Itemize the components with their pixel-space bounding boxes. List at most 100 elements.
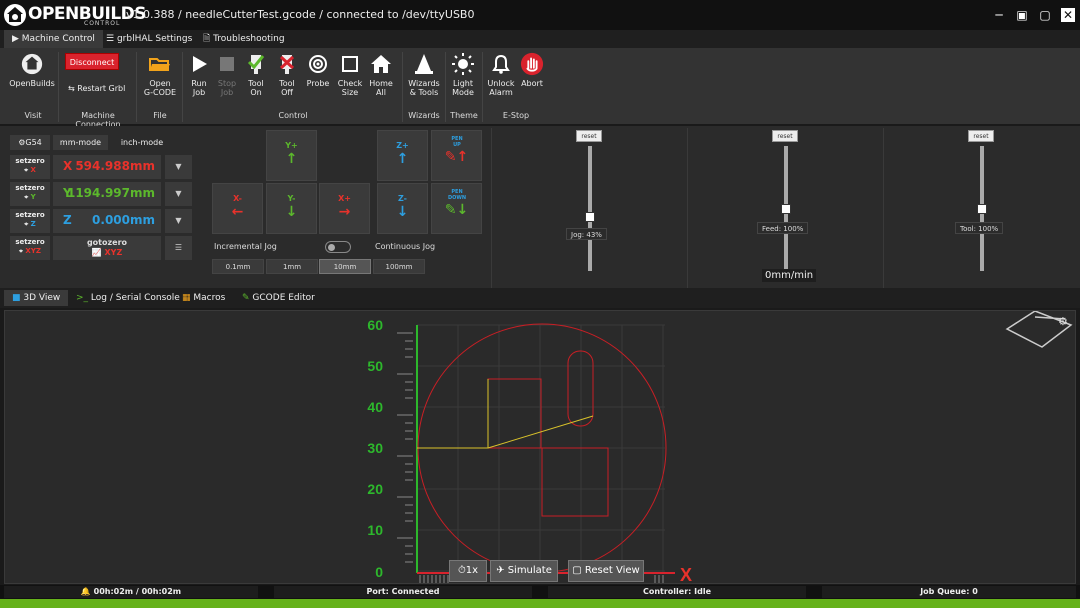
axis-value: 0.000mm: [92, 213, 155, 227]
pen-down-icon: ✎↓: [444, 202, 469, 218]
dro-z-display: Z 0.000mm: [53, 209, 161, 233]
feed-slider-thumb[interactable]: [781, 203, 791, 214]
tab-label: Macros: [193, 293, 226, 303]
step-100mm-button[interactable]: 100mm: [373, 259, 425, 274]
pen-up-button[interactable]: PEN UP ✎↑: [431, 130, 482, 181]
jog-z-plus-button[interactable]: Z+ ↑: [377, 130, 428, 181]
jog-y-plus-button[interactable]: Y+ ↑: [266, 130, 317, 181]
dro-y-display: Y 1194.997mm: [53, 182, 161, 206]
separator: [445, 52, 446, 122]
job-queue-status: Job Queue: 0: [822, 586, 1076, 598]
setzero-x-button[interactable]: setzero ⌖ X: [10, 155, 50, 179]
home-icon: [371, 55, 391, 73]
tab-machine-control[interactable]: ▶ Machine Control: [4, 30, 103, 48]
fullscreen-icon[interactable]: ▢: [1038, 8, 1052, 22]
label: gotozero: [86, 238, 128, 247]
unlock-alarm-button[interactable]: Unlock Alarm: [486, 52, 516, 104]
label: Abort: [521, 79, 543, 88]
tab-grblhal-settings[interactable]: ☰ grblHAL Settings: [98, 30, 200, 48]
axis-sub: XYZ: [25, 247, 41, 255]
abort-button[interactable]: Abort: [518, 52, 546, 104]
jog-mode-toggle[interactable]: [325, 241, 351, 253]
disconnect-button[interactable]: Disconnect: [65, 53, 119, 70]
jog-reset-button[interactable]: reset: [576, 130, 602, 142]
jog-slider-track[interactable]: [588, 146, 592, 271]
inch-mode-button[interactable]: inch-mode: [112, 135, 172, 150]
open-gcode-button[interactable]: Open G-CODE: [142, 52, 178, 104]
layers-icon[interactable]: ☰: [165, 236, 192, 260]
continuous-jog-label: Continuous Jog: [375, 242, 436, 251]
tab-label: grblHAL Settings: [116, 34, 193, 44]
openbuilds-logo: OPENBUILDS CONTROL: [4, 2, 147, 28]
label: setzero: [15, 238, 45, 246]
label: Job: [192, 88, 206, 97]
tool-off-button[interactable]: Tool Off: [273, 52, 301, 104]
jog-y-minus-button[interactable]: Y- ↓: [266, 183, 317, 234]
sim-speed-button[interactable]: ⏱1x: [449, 560, 487, 582]
tab-log-serial-console[interactable]: >_ Log / Serial Console: [68, 290, 188, 306]
chevron-down-icon[interactable]: ▼: [165, 209, 192, 233]
check-size-button[interactable]: Check Size: [336, 52, 364, 104]
brand-sub: CONTROL: [84, 20, 121, 27]
tab-label: Machine Control: [21, 34, 95, 44]
tool-slider-thumb[interactable]: [977, 203, 987, 214]
tab-troubleshooting[interactable]: 🗎 Troubleshooting: [195, 30, 293, 48]
jog-x-plus-button[interactable]: X+ →: [319, 183, 370, 234]
minimize-icon[interactable]: ─: [992, 8, 1006, 22]
separator: [402, 52, 403, 122]
wizards-tools-button[interactable]: Wizards & Tools: [406, 52, 442, 104]
y-ruler: [397, 332, 413, 563]
run-job-button[interactable]: Run Job: [186, 52, 212, 104]
group-wizards: Wizards: [408, 111, 440, 120]
stop-job-button[interactable]: Stop Job: [214, 52, 240, 104]
feed-reset-button[interactable]: reset: [772, 130, 798, 142]
tab-macros[interactable]: ▦ Macros: [174, 290, 233, 306]
pen-down-button[interactable]: PEN DOWN ✎↓: [431, 183, 482, 234]
jog-slider-thumb[interactable]: [585, 212, 595, 223]
chevron-down-icon[interactable]: ▼: [165, 182, 192, 206]
tool-on-button[interactable]: Tool On: [242, 52, 270, 104]
openbuilds-label: OpenBuilds: [9, 79, 55, 88]
label: 00h:02m / 00h:02m: [93, 587, 182, 596]
home-all-button[interactable]: Home All: [367, 52, 395, 104]
axis-letter: X: [63, 159, 73, 173]
tab-3d-view[interactable]: ■ 3D View: [4, 290, 69, 306]
arrow-down-icon: ↓: [285, 204, 298, 220]
label: setzero: [15, 157, 45, 165]
restart-grbl-button[interactable]: ⇆ Restart Grbl: [68, 84, 125, 93]
bell-icon: [492, 54, 510, 74]
tool-reset-button[interactable]: reset: [968, 130, 994, 142]
setzero-xyz-button[interactable]: setzero ⌖ XYZ: [10, 236, 50, 260]
separator: [58, 52, 59, 122]
status-accent-bar: [0, 599, 1080, 608]
tab-gcode-editor[interactable]: ✎ GCODE Editor: [234, 290, 323, 306]
mm-mode-button[interactable]: mm-mode: [53, 135, 108, 150]
openbuilds-logo-icon: [4, 4, 26, 26]
light-mode-button[interactable]: Light Mode: [449, 52, 477, 104]
close-icon[interactable]: ✕: [1061, 8, 1075, 22]
step-1mm-button[interactable]: 1mm: [266, 259, 318, 274]
restore-icon[interactable]: ▣: [1015, 8, 1029, 22]
jog-x-minus-button[interactable]: X- ←: [212, 183, 263, 234]
wcs-button[interactable]: ⚙G54: [10, 135, 50, 150]
3d-viewer[interactable]: 60 50 40 30 20 10 0 X ⚙: [4, 310, 1076, 584]
openbuilds-button[interactable]: OpenBuilds: [8, 52, 56, 104]
label: Off: [281, 88, 293, 97]
simulate-button[interactable]: ✈ Simulate: [490, 560, 558, 582]
setzero-z-button[interactable]: setzero ⌖ Z: [10, 209, 50, 233]
step-10mm-button[interactable]: 10mm: [319, 259, 371, 274]
label: Tool: [279, 79, 295, 88]
restart-label: Restart Grbl: [77, 84, 126, 93]
reset-view-button[interactable]: ▢ Reset View: [568, 560, 644, 582]
label: Home: [369, 79, 393, 88]
probe-button[interactable]: Probe: [304, 52, 332, 104]
setzero-y-button[interactable]: setzero ⌖ Y: [10, 182, 50, 206]
incremental-jog-label: Incremental Jog: [214, 242, 277, 251]
label: Job: [220, 88, 234, 97]
gotozero-button[interactable]: gotozero 📈 XYZ: [53, 236, 161, 260]
group-control: Control: [278, 111, 308, 120]
gear-icon[interactable]: ⚙: [1058, 315, 1068, 328]
step-0.1mm-button[interactable]: 0.1mm: [212, 259, 264, 274]
jog-z-minus-button[interactable]: Z- ↓: [377, 183, 428, 234]
chevron-down-icon[interactable]: ▼: [165, 155, 192, 179]
